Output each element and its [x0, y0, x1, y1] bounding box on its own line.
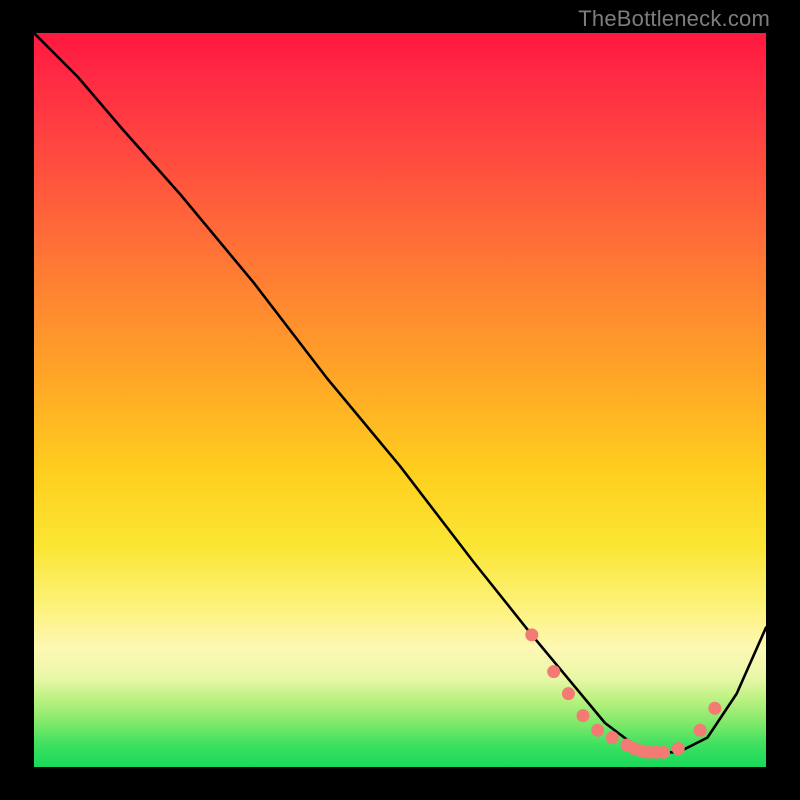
- chart-marker: [525, 628, 538, 641]
- chart-frame: TheBottleneck.com: [0, 0, 800, 800]
- chart-plot-area: [34, 33, 766, 767]
- chart-marker: [547, 665, 560, 678]
- watermark-text: TheBottleneck.com: [578, 6, 770, 32]
- chart-line: [34, 33, 766, 752]
- chart-line-group: [34, 33, 766, 752]
- chart-marker: [591, 724, 604, 737]
- chart-svg: [34, 33, 766, 767]
- chart-marker: [562, 687, 575, 700]
- chart-markers-group: [525, 628, 721, 758]
- chart-marker: [657, 746, 670, 759]
- chart-marker: [577, 709, 590, 722]
- chart-marker: [694, 724, 707, 737]
- chart-marker: [606, 731, 619, 744]
- chart-marker: [672, 742, 685, 755]
- chart-marker: [708, 702, 721, 715]
